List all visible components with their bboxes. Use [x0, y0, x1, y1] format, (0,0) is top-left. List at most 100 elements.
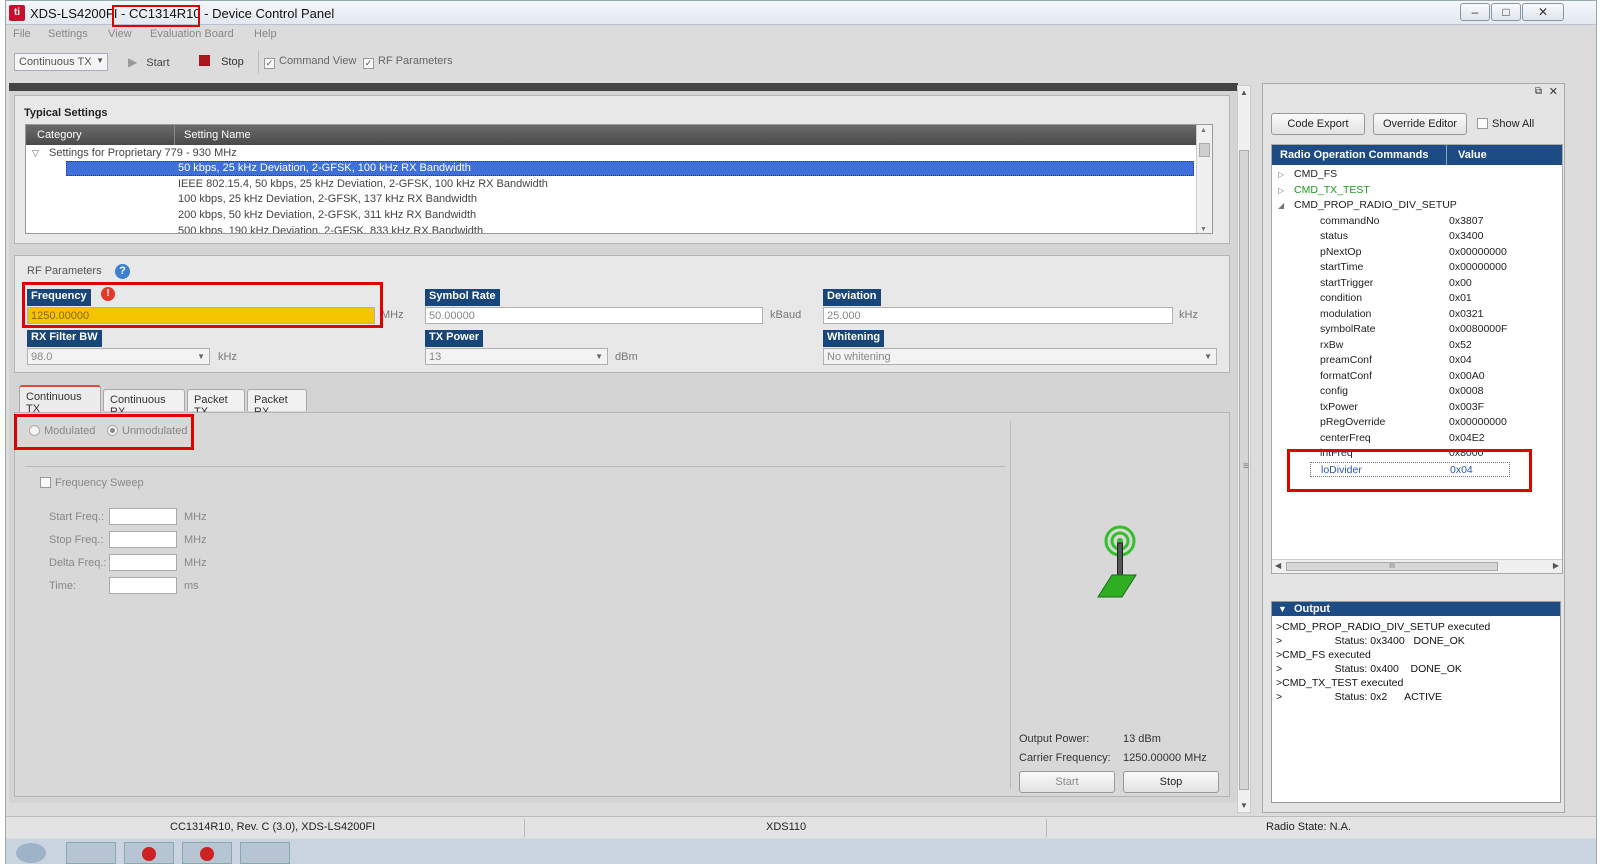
- minimize-button[interactable]: –: [1460, 3, 1490, 21]
- table-row[interactable]: 200 kbps, 50 kHz Deviation, 2-GFSK, 311 …: [26, 208, 1212, 223]
- parameter-row[interactable]: pRegOverride 0x00000000: [1272, 415, 1562, 431]
- menu-view[interactable]: View: [108, 28, 132, 40]
- start-freq-input[interactable]: [109, 508, 177, 525]
- stop-freq-input[interactable]: [109, 531, 177, 548]
- help-icon[interactable]: ?: [115, 264, 130, 279]
- frequency-input[interactable]: 1250.00000: [27, 307, 375, 324]
- tab-continuous-tx[interactable]: Continuous TX: [19, 385, 101, 415]
- parameter-row[interactable]: centerFreq 0x04E2: [1272, 431, 1562, 447]
- parameter-row[interactable]: pNextOp 0x00000000: [1272, 245, 1562, 261]
- scroll-thumb[interactable]: [1199, 143, 1210, 157]
- tree-group-row[interactable]: ▽ Settings for Proprietary 779 - 930 MHz: [26, 146, 1212, 161]
- parameter-row[interactable]: txPower 0x003F: [1272, 400, 1562, 416]
- table-row[interactable]: IEEE 802.15.4, 50 kbps, 25 kHz Deviation…: [26, 177, 1212, 192]
- delta-freq-input[interactable]: [109, 554, 177, 571]
- command-row[interactable]: ◢ CMD_PROP_RADIO_DIV_SETUP: [1272, 198, 1562, 214]
- col-value[interactable]: Value: [1458, 149, 1487, 161]
- scroll-left-icon[interactable]: ◀: [1275, 561, 1281, 570]
- menu-settings[interactable]: Settings: [48, 28, 88, 40]
- scroll-up-icon[interactable]: ▲: [1200, 127, 1207, 134]
- parameter-row[interactable]: condition 0x01: [1272, 291, 1562, 307]
- output-line: >CMD_FS executed: [1276, 649, 1371, 661]
- parameter-row[interactable]: intFreq 0x8000: [1272, 446, 1562, 462]
- show-all-checkbox[interactable]: Show All: [1477, 118, 1534, 130]
- close-pane-icon[interactable]: ✕: [1549, 85, 1558, 98]
- stop-label: Stop: [221, 56, 244, 68]
- scroll-thumb[interactable]: III: [1286, 562, 1498, 571]
- tree-hscrollbar[interactable]: ◀ III ▶: [1272, 559, 1562, 573]
- tab-packet-rx[interactable]: Packet RX: [247, 389, 307, 418]
- stop-button[interactable]: Stop: [1123, 771, 1219, 793]
- parameter-row[interactable]: status 0x3400: [1272, 229, 1562, 245]
- collapse-triangle-icon[interactable]: ◢: [1278, 198, 1284, 213]
- mode-select[interactable]: Continuous TX ▼: [14, 53, 108, 71]
- splitter-grip-icon[interactable]: ≡: [1243, 461, 1249, 472]
- menu-file[interactable]: File: [13, 28, 31, 40]
- start-button[interactable]: ▶ Start: [128, 55, 170, 69]
- chevron-down-icon: ▼: [96, 56, 104, 65]
- col-setting-name[interactable]: Setting Name: [184, 129, 251, 141]
- frequency-sweep-checkbox[interactable]: Frequency Sweep: [40, 477, 144, 489]
- restore-pane-icon[interactable]: ⧉: [1535, 86, 1542, 97]
- table-row[interactable]: 100 kbps, 25 kHz Deviation, 2-GFSK, 137 …: [26, 192, 1212, 207]
- tx-power-select[interactable]: 13 ▼: [425, 348, 608, 365]
- rf-parameters-toggle[interactable]: ✓ RF Parameters: [363, 55, 453, 69]
- parameter-row[interactable]: config 0x0008: [1272, 384, 1562, 400]
- main-scrollbar[interactable]: ▲ ▼: [1237, 85, 1251, 813]
- parameter-row[interactable]: loDivider 0x04: [1310, 461, 1510, 477]
- start-button[interactable]: Start: [1019, 771, 1115, 793]
- status-probe: XDS110: [766, 821, 807, 833]
- rx-filter-bw-select[interactable]: 98.0 ▼: [27, 348, 210, 365]
- code-export-button[interactable]: Code Export: [1271, 113, 1365, 135]
- command-view-toggle[interactable]: ✓ Command View: [264, 55, 356, 69]
- maximize-button[interactable]: □: [1491, 3, 1521, 21]
- parameter-row[interactable]: modulation 0x0321: [1272, 307, 1562, 323]
- whitening-select[interactable]: No whitening ▼: [823, 348, 1217, 365]
- parameter-row[interactable]: formatConf 0x00A0: [1272, 369, 1562, 385]
- output-header[interactable]: ▼ Output: [1272, 602, 1560, 616]
- start-orb-icon[interactable]: [16, 843, 46, 863]
- table-row[interactable]: 50 kbps, 25 kHz Deviation, 2-GFSK, 100 k…: [26, 161, 1212, 176]
- scroll-up-icon[interactable]: ▲: [1240, 88, 1248, 97]
- time-input[interactable]: [109, 577, 177, 594]
- modulated-radio[interactable]: Modulated: [29, 425, 95, 437]
- taskbar-item[interactable]: [240, 842, 290, 864]
- unmodulated-radio[interactable]: Unmodulated: [107, 425, 187, 437]
- deviation-input[interactable]: 25.000: [823, 307, 1173, 324]
- symbol-rate-input[interactable]: 50.00000: [425, 307, 763, 324]
- parameter-row[interactable]: startTrigger 0x00: [1272, 276, 1562, 292]
- tab-packet-tx[interactable]: Packet TX: [187, 389, 245, 418]
- close-button[interactable]: ✕: [1522, 3, 1564, 21]
- parameter-row[interactable]: startTime 0x00000000: [1272, 260, 1562, 276]
- col-commands[interactable]: Radio Operation Commands: [1280, 149, 1429, 161]
- parameter-row[interactable]: preamConf 0x04: [1272, 353, 1562, 369]
- command-row[interactable]: ▷ CMD_TX_TEST: [1272, 183, 1562, 199]
- menu-evaluation-board[interactable]: Evaluation Board: [150, 28, 234, 40]
- expand-triangle-icon[interactable]: ▷: [1278, 183, 1284, 198]
- parameter-row[interactable]: symbolRate 0x0080000F: [1272, 322, 1562, 338]
- command-row[interactable]: ▷ CMD_FS: [1272, 167, 1562, 183]
- tab-continuous-rx[interactable]: Continuous RX: [103, 389, 185, 418]
- scroll-down-icon[interactable]: ▼: [1240, 801, 1248, 810]
- col-category[interactable]: Category: [37, 129, 82, 141]
- expand-triangle-icon[interactable]: ▷: [1278, 167, 1284, 182]
- taskbar-item[interactable]: [182, 842, 232, 864]
- app-icon: [142, 847, 156, 861]
- scroll-down-icon[interactable]: ▼: [1200, 226, 1207, 233]
- row-label: 500 kbps, 190 kHz Deviation, 2-GFSK, 833…: [178, 225, 484, 234]
- taskbar-item[interactable]: [124, 842, 174, 864]
- menu-bar: File Settings View Evaluation Board Help: [6, 26, 1596, 44]
- taskbar-item[interactable]: [66, 842, 116, 864]
- parameter-row[interactable]: commandNo 0x3807: [1272, 214, 1562, 230]
- command-value: 0x52: [1449, 338, 1472, 351]
- stop-freq-unit: MHz: [184, 534, 207, 546]
- table-row[interactable]: 500 kbps, 190 kHz Deviation, 2-GFSK, 833…: [26, 224, 1212, 234]
- table-scrollbar[interactable]: ▲ ▼: [1196, 125, 1212, 233]
- status-radio-state: Radio State: N.A.: [1266, 821, 1351, 833]
- menu-help[interactable]: Help: [254, 28, 277, 40]
- os-taskbar: [6, 839, 1596, 864]
- stop-button[interactable]: Stop: [199, 55, 244, 68]
- parameter-row[interactable]: rxBw 0x52: [1272, 338, 1562, 354]
- override-editor-button[interactable]: Override Editor: [1373, 113, 1467, 135]
- scroll-right-icon[interactable]: ▶: [1553, 561, 1559, 570]
